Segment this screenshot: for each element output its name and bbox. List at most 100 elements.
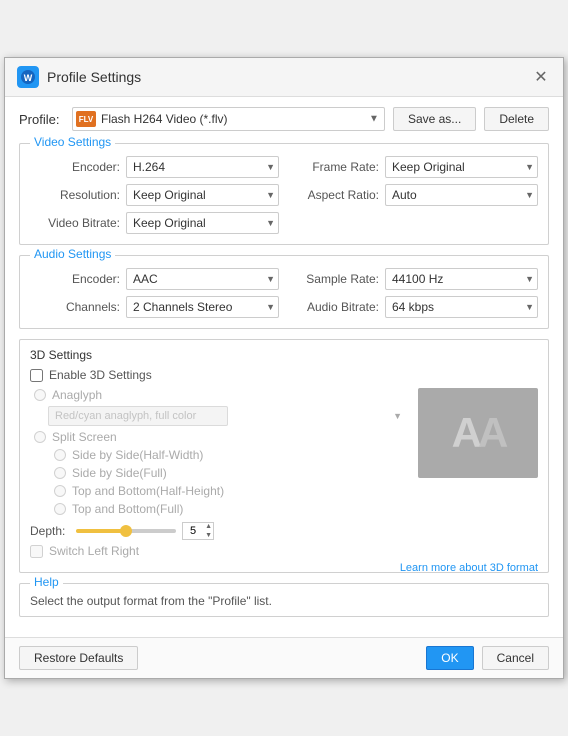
flv-badge: FLV (76, 111, 96, 127)
preview-letter-left: A (452, 409, 478, 457)
video-settings-title: Video Settings (30, 135, 115, 149)
three-d-main: Anaglyph Red/cyan anaglyph, full color ▼… (30, 388, 538, 558)
audio-bitrate-label: Audio Bitrate: (289, 300, 379, 314)
depth-row: Depth: ▲ ▼ (30, 522, 408, 540)
encoder-select-wrap: H.264 ▼ (126, 156, 279, 178)
encoder-row: Encoder: H.264 ▼ (30, 156, 279, 178)
close-button[interactable]: ✕ (531, 67, 551, 87)
three-d-controls: Anaglyph Red/cyan anaglyph, full color ▼… (30, 388, 408, 558)
audio-encoder-select-wrap: AAC ▼ (126, 268, 279, 290)
channels-select[interactable]: 2 Channels Stereo (126, 296, 279, 318)
enable-3d-label[interactable]: Enable 3D Settings (49, 368, 152, 382)
depth-label: Depth: (30, 524, 70, 538)
sample-rate-select[interactable]: 44100 Hz (385, 268, 538, 290)
preview-letters: A A (452, 409, 505, 457)
anaglyph-select[interactable]: Red/cyan anaglyph, full color (48, 406, 228, 426)
ok-button[interactable]: OK (426, 646, 473, 670)
preview-letter-right: A (478, 409, 504, 457)
anaglyph-radio[interactable] (34, 389, 46, 401)
depth-value-wrap: ▲ ▼ (182, 522, 214, 540)
encoder-select[interactable]: H.264 (126, 156, 279, 178)
split-screen-radio-row: Split Screen (30, 430, 408, 444)
audio-bitrate-select[interactable]: 64 kbps (385, 296, 538, 318)
help-text: Select the output format from the "Profi… (30, 594, 538, 608)
top-bottom-half-label: Top and Bottom(Half-Height) (72, 484, 224, 498)
depth-slider[interactable] (76, 529, 176, 533)
channels-select-wrap: 2 Channels Stereo ▼ (126, 296, 279, 318)
profile-label: Profile: (19, 112, 64, 127)
resolution-select-wrap: Keep Original ▼ (126, 184, 279, 206)
channels-row: Channels: 2 Channels Stereo ▼ (30, 296, 279, 318)
video-bitrate-label: Video Bitrate: (30, 216, 120, 230)
side-by-side-full-row: Side by Side(Full) (50, 466, 408, 480)
top-bottom-full-label: Top and Bottom(Full) (72, 502, 183, 516)
audio-encoder-row: Encoder: AAC ▼ (30, 268, 279, 290)
depth-spinners: ▲ ▼ (205, 522, 212, 540)
save-as-button[interactable]: Save as... (393, 107, 476, 131)
help-section: Help Select the output format from the "… (19, 583, 549, 617)
svg-text:W: W (24, 73, 33, 83)
video-bitrate-row: Video Bitrate: Keep Original ▼ (30, 212, 279, 234)
resolution-select[interactable]: Keep Original (126, 184, 279, 206)
side-by-side-half-radio[interactable] (54, 449, 66, 461)
aspect-ratio-select[interactable]: Auto (385, 184, 538, 206)
side-by-side-full-radio[interactable] (54, 467, 66, 479)
learn-more-link[interactable]: Learn more about 3D format (400, 562, 538, 574)
three-d-title: 3D Settings (30, 348, 538, 362)
footer-right: OK Cancel (426, 646, 549, 670)
dialog-content: Profile: FLV Flash H264 Video (*.flv) ▼ … (5, 97, 563, 637)
enable-3d-row: Enable 3D Settings (30, 368, 538, 382)
anaglyph-label: Anaglyph (52, 388, 102, 402)
top-bottom-half-row: Top and Bottom(Half-Height) (50, 484, 408, 498)
audio-settings-grid: Encoder: AAC ▼ Sample Rate: 44100 Hz (30, 268, 538, 318)
audio-encoder-select[interactable]: AAC (126, 268, 279, 290)
footer: Restore Defaults OK Cancel (5, 637, 563, 678)
top-bottom-full-radio[interactable] (54, 503, 66, 515)
help-title: Help (30, 575, 63, 589)
audio-encoder-label: Encoder: (30, 272, 120, 286)
top-bottom-full-row: Top and Bottom(Full) (50, 502, 408, 516)
encoder-label: Encoder: (30, 160, 120, 174)
three-d-section: 3D Settings Enable 3D Settings Anaglyph … (19, 339, 549, 573)
cancel-button[interactable]: Cancel (482, 646, 549, 670)
titlebar: W Profile Settings ✕ (5, 58, 563, 97)
split-screen-radio[interactable] (34, 431, 46, 443)
anaglyph-select-wrap: Red/cyan anaglyph, full color ▼ (48, 406, 408, 426)
dialog-title: Profile Settings (47, 69, 141, 85)
frame-rate-row: Frame Rate: Keep Original ▼ (289, 156, 538, 178)
switch-label: Switch Left Right (49, 544, 139, 558)
profile-select-wrapper: FLV Flash H264 Video (*.flv) ▼ (72, 107, 385, 131)
profile-select[interactable]: Flash H264 Video (*.flv) (72, 107, 385, 131)
audio-bitrate-select-wrap: 64 kbps ▼ (385, 296, 538, 318)
enable-3d-checkbox[interactable] (30, 369, 43, 382)
three-d-preview: A A (418, 388, 538, 478)
video-settings-grid: Encoder: H.264 ▼ Frame Rate: Keep Origin… (30, 156, 538, 234)
aspect-ratio-select-wrap: Auto ▼ (385, 184, 538, 206)
restore-defaults-button[interactable]: Restore Defaults (19, 646, 138, 670)
sample-rate-select-wrap: 44100 Hz ▼ (385, 268, 538, 290)
video-bitrate-select-wrap: Keep Original ▼ (126, 212, 279, 234)
titlebar-left: W Profile Settings (17, 66, 141, 88)
sample-rate-label: Sample Rate: (289, 272, 379, 286)
switch-checkbox[interactable] (30, 545, 43, 558)
resolution-label: Resolution: (30, 188, 120, 202)
aspect-ratio-row: Aspect Ratio: Auto ▼ (289, 184, 538, 206)
frame-rate-select-wrap: Keep Original ▼ (385, 156, 538, 178)
frame-rate-select[interactable]: Keep Original (385, 156, 538, 178)
channels-label: Channels: (30, 300, 120, 314)
audio-settings-title: Audio Settings (30, 247, 115, 261)
anaglyph-arrow: ▼ (393, 411, 402, 421)
side-by-side-half-row: Side by Side(Half-Width) (50, 448, 408, 462)
profile-row: Profile: FLV Flash H264 Video (*.flv) ▼ … (19, 107, 549, 131)
frame-rate-label: Frame Rate: (289, 160, 379, 174)
depth-up-spinner[interactable]: ▲ (205, 522, 212, 531)
sample-rate-row: Sample Rate: 44100 Hz ▼ (289, 268, 538, 290)
delete-button[interactable]: Delete (484, 107, 549, 131)
video-settings-section: Video Settings Encoder: H.264 ▼ Frame Ra… (19, 143, 549, 245)
depth-down-spinner[interactable]: ▼ (205, 531, 212, 540)
top-bottom-half-radio[interactable] (54, 485, 66, 497)
profile-settings-dialog: W Profile Settings ✕ Profile: FLV Flash … (4, 57, 564, 679)
side-by-side-full-label: Side by Side(Full) (72, 466, 167, 480)
split-screen-label: Split Screen (52, 430, 117, 444)
video-bitrate-select[interactable]: Keep Original (126, 212, 279, 234)
